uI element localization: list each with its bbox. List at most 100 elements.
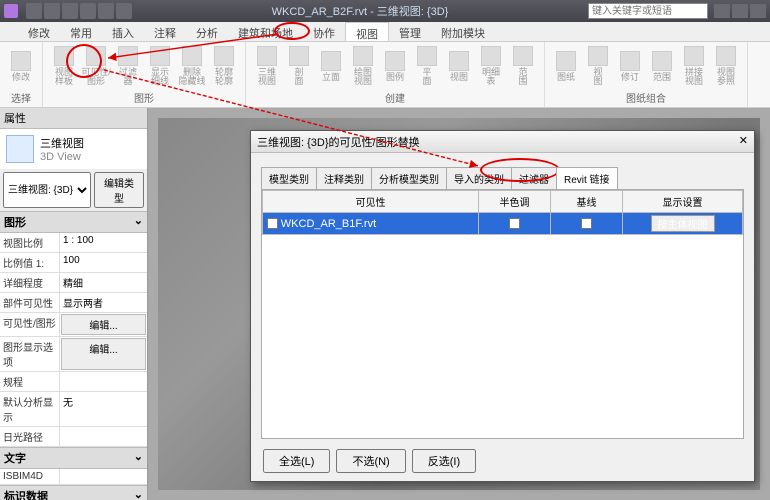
ribbon-button[interactable]: 明细表 <box>476 46 506 86</box>
menu-tab-8[interactable]: 管理 <box>389 22 431 41</box>
dialog-tab[interactable]: Revit 链接 <box>556 167 618 189</box>
props-section-header[interactable]: 标识数据⌄ <box>0 485 147 500</box>
ribbon-button[interactable]: 可见性/图形 <box>81 46 111 86</box>
maximize-icon[interactable] <box>750 4 766 18</box>
menu-tab-5[interactable]: 建筑和场地 <box>228 22 303 41</box>
ribbon-button[interactable]: 视图 <box>444 51 474 82</box>
dialog-titlebar[interactable]: 三维视图: {3D}的可见性/图形替换 ✕ <box>251 131 754 153</box>
dialog-close-icon[interactable]: ✕ <box>739 134 748 149</box>
ribbon-button[interactable]: 删除隐藏线 <box>177 46 207 86</box>
select-none-button[interactable]: 不选(N) <box>336 449 405 473</box>
halftone-checkbox[interactable] <box>509 218 520 229</box>
qat-open-icon[interactable] <box>26 3 42 19</box>
ribbon-icon <box>449 51 469 71</box>
ribbon-icon <box>11 51 31 71</box>
type-selector[interactable]: 三维视图 3D View <box>0 129 147 169</box>
display-settings-button[interactable]: 按主体视图 <box>651 215 715 232</box>
menu-tab-3[interactable]: 注释 <box>144 22 186 41</box>
menu-tab-2[interactable]: 插入 <box>102 22 144 41</box>
ribbon-button[interactable]: 三维视图 <box>252 46 282 86</box>
props-row[interactable]: 默认分析显示无 <box>0 392 147 427</box>
ribbon-button[interactable]: 视图 <box>583 46 613 86</box>
ribbon-button[interactable]: 图例 <box>380 51 410 82</box>
qat-print-icon[interactable] <box>98 3 114 19</box>
ribbon-button[interactable]: 视图样板 <box>49 46 79 86</box>
ribbon-button[interactable]: 范围 <box>508 46 538 86</box>
ribbon-group: 图纸视图修订范围拼接视图视图参照图纸组合 <box>545 42 748 107</box>
props-row[interactable]: 部件可见性显示两者 <box>0 293 147 313</box>
invert-selection-button[interactable]: 反选(I) <box>412 449 476 473</box>
ribbon-button[interactable]: 立面 <box>316 51 346 82</box>
ribbon-panel: 修改选择视图样板可见性/图形过滤器显示细线删除隐藏线轮廓轮廓图形三维视图剖面立面… <box>0 42 770 108</box>
qat-more-icon[interactable] <box>116 3 132 19</box>
props-row[interactable]: 详细程度精细 <box>0 273 147 293</box>
ribbon-icon <box>54 46 74 66</box>
underlay-checkbox[interactable] <box>581 218 592 229</box>
table-row[interactable]: WKCD_AR_B1F.rvt 按主体视图 <box>263 213 743 235</box>
dialog-tab[interactable]: 导入的类别 <box>446 167 512 189</box>
ribbon-button[interactable]: 绘图视图 <box>348 46 378 86</box>
ribbon-button[interactable]: 轮廓轮廓 <box>209 46 239 86</box>
props-row[interactable]: 可见性/图形编辑... <box>0 313 147 337</box>
ribbon-icon <box>481 46 501 66</box>
dialog-tab[interactable]: 模型类别 <box>261 167 317 189</box>
ribbon-button[interactable]: 修改 <box>6 51 36 82</box>
props-row[interactable]: ISBIM4D <box>0 469 147 485</box>
select-all-button[interactable]: 全选(L) <box>263 449 330 473</box>
ribbon-icon <box>118 46 138 66</box>
ribbon-button[interactable]: 视图参照 <box>711 46 741 86</box>
ribbon-group-name: 选择 <box>6 88 36 105</box>
ribbon-icon <box>556 51 576 71</box>
qat-redo-icon[interactable] <box>80 3 96 19</box>
qat-undo-icon[interactable] <box>62 3 78 19</box>
visibility-checkbox[interactable] <box>267 218 278 229</box>
edit-type-button[interactable]: 编辑类型 <box>94 172 144 208</box>
ribbon-group: 三维视图剖面立面绘图视图图例平面视图明细表范围创建 <box>246 42 545 107</box>
ribbon-icon <box>214 46 234 66</box>
menu-tab-9[interactable]: 附加模块 <box>431 22 495 41</box>
column-header: 基线 <box>551 191 623 213</box>
menu-tab-6[interactable]: 协作 <box>303 22 345 41</box>
ribbon-icon <box>588 46 608 66</box>
ribbon-button[interactable]: 平面 <box>412 46 442 86</box>
ribbon-icon <box>86 46 106 66</box>
type-name: 三维视图 <box>40 135 84 151</box>
menu-tab-1[interactable]: 常用 <box>60 22 102 41</box>
ribbon-icon <box>513 46 533 66</box>
ribbon-tabs: 修改常用插入注释分析建筑和场地协作视图管理附加模块 <box>0 22 770 42</box>
ribbon-icon <box>620 51 640 71</box>
props-row[interactable]: 视图比例1 : 100 <box>0 233 147 253</box>
ribbon-icon <box>652 51 672 71</box>
props-section-header[interactable]: 图形⌄ <box>0 211 147 233</box>
menu-tab-7[interactable]: 视图 <box>345 22 389 41</box>
menu-tab-4[interactable]: 分析 <box>186 22 228 41</box>
search-input[interactable] <box>588 3 708 19</box>
ribbon-button[interactable]: 图纸 <box>551 51 581 82</box>
ribbon-button[interactable]: 修订 <box>615 51 645 82</box>
ribbon-icon <box>150 46 170 66</box>
minimize-icon[interactable] <box>732 4 748 18</box>
menu-tab-0[interactable]: 修改 <box>18 22 60 41</box>
dialog-tab[interactable]: 分析模型类别 <box>371 167 447 189</box>
props-row[interactable]: 日光路径 <box>0 427 147 447</box>
view-selector[interactable]: 三维视图: {3D} <box>3 172 91 208</box>
dialog-tab[interactable]: 过滤器 <box>511 167 557 189</box>
app-icon[interactable] <box>4 4 18 18</box>
ribbon-icon <box>385 51 405 71</box>
props-row[interactable]: 规程 <box>0 372 147 392</box>
ribbon-button[interactable]: 显示细线 <box>145 46 175 86</box>
ribbon-button[interactable]: 剖面 <box>284 46 314 86</box>
visibility-graphics-dialog: 三维视图: {3D}的可见性/图形替换 ✕ 模型类别注释类别分析模型类别导入的类… <box>250 130 755 482</box>
ribbon-button[interactable]: 过滤器 <box>113 46 143 86</box>
props-row[interactable]: 比例值 1:100 <box>0 253 147 273</box>
ribbon-group-name: 图纸组合 <box>551 88 741 105</box>
help-icon[interactable] <box>714 4 730 18</box>
ribbon-button[interactable]: 拼接视图 <box>679 46 709 86</box>
properties-panel: 属性 三维视图 3D View 三维视图: {3D} 编辑类型 图形⌄视图比例1… <box>0 108 148 500</box>
dialog-tab[interactable]: 注释类别 <box>316 167 372 189</box>
ribbon-icon <box>182 46 202 66</box>
props-section-header[interactable]: 文字⌄ <box>0 447 147 469</box>
ribbon-button[interactable]: 范围 <box>647 51 677 82</box>
props-row[interactable]: 图形显示选项编辑... <box>0 337 147 372</box>
qat-save-icon[interactable] <box>44 3 60 19</box>
